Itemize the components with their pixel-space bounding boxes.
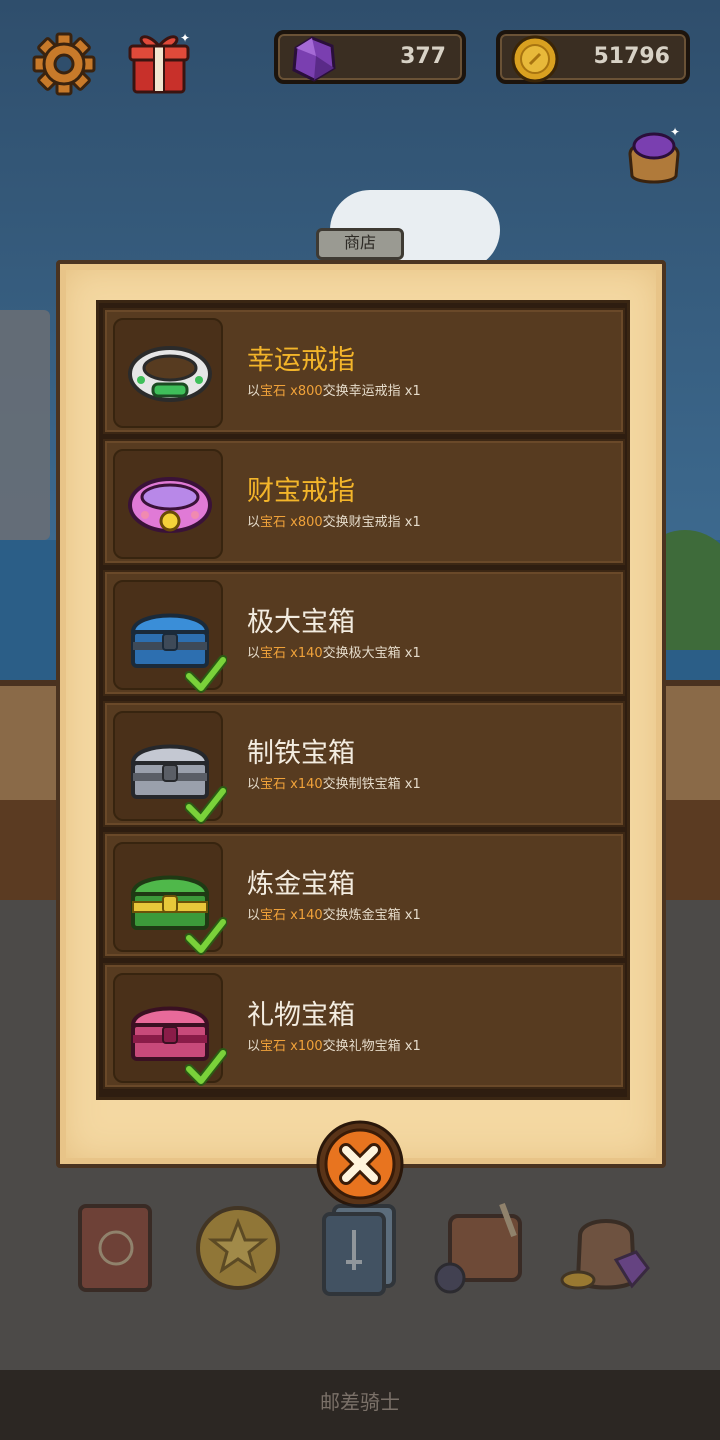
ship [0,310,50,540]
star-coin-icon [196,1206,280,1290]
shop-item-iron-chest[interactable]: 制铁宝箱 以宝石 x140交换制铁宝箱 x1 [103,701,625,827]
item-slot [113,973,227,1086]
shop-tab: 商店 [316,228,404,260]
item-title: 炼金宝箱 [247,869,355,900]
pink-ring-icon [128,477,212,533]
gold-coin-icon [511,35,559,83]
desc-cost: x140 [286,908,323,923]
desc-prefix: 以 [247,646,261,661]
item-slot [113,449,223,559]
nav-treasure-button[interactable] [556,1196,656,1300]
item-slot [113,711,227,824]
desc-suffix: 交换炼金宝箱 x1 [322,908,421,923]
nav-book-button[interactable] [70,1196,170,1300]
desc-cost: x140 [286,777,323,792]
green-ring-icon [128,346,212,402]
item-slot [113,842,227,955]
desc-prefix: 以 [247,777,261,792]
desc-prefix: 以 [247,515,261,530]
svg-text:✦: ✦ [180,31,190,45]
shop-item-lucky-ring[interactable]: 幸运戒指 以宝石 x800交换幸运戒指 x1 [103,308,625,434]
desc-suffix: 交换幸运戒指 x1 [322,384,421,399]
gift-button[interactable]: ✦ [126,28,192,96]
item-title: 制铁宝箱 [247,738,355,769]
item-title: 财宝戒指 [247,476,355,507]
coin-counter[interactable]: 51796 [496,30,690,84]
item-description: 以宝石 x140交换制铁宝箱 x1 [247,773,421,792]
desc-cost: x800 [286,384,323,399]
item-slot [113,580,227,693]
desc-currency: 宝石 [260,384,287,399]
purple-gem-icon [292,36,336,82]
desc-suffix: 交换礼物宝箱 x1 [322,1039,421,1054]
desc-currency: 宝石 [260,777,287,792]
game-title: 邮差骑士 [320,1390,400,1414]
book-icon [78,1204,152,1292]
desc-currency: 宝石 [260,646,287,661]
desc-cost: x140 [286,646,323,661]
nav-cards-button[interactable] [312,1196,412,1300]
gem-bag-icon: ✦ [628,125,680,184]
gem-bag-button[interactable]: ✦ [622,120,686,186]
card-deck-icon [322,1204,396,1296]
desc-prefix: 以 [247,908,261,923]
gem-counter[interactable]: 377 [274,30,466,84]
shop-item-gift-chest[interactable]: 礼物宝箱 以宝石 x100交换礼物宝箱 x1 [103,963,625,1089]
item-description: 以宝石 x140交换极大宝箱 x1 [247,642,421,661]
treasure-bag-icon [560,1219,650,1290]
check-icon [185,917,227,955]
desc-prefix: 以 [247,1039,261,1054]
desc-currency: 宝石 [260,908,287,923]
shop-item-list: 幸运戒指 以宝石 x800交换幸运戒指 x1 财宝戒指 以宝石 x800交换财宝… [96,300,630,1100]
item-title: 礼物宝箱 [247,1000,355,1031]
desc-suffix: 交换极大宝箱 x1 [322,646,421,661]
item-description: 以宝石 x140交换炼金宝箱 x1 [247,904,421,923]
nav-achievements-button[interactable] [190,1196,290,1300]
desc-suffix: 交换制铁宝箱 x1 [322,777,421,792]
item-description: 以宝石 x800交换幸运戒指 x1 [247,380,421,399]
coin-count: 51796 [593,44,670,69]
shop-item-treasure-ring[interactable]: 财宝戒指 以宝石 x800交换财宝戒指 x1 [103,439,625,565]
item-title: 幸运戒指 [247,345,355,376]
item-slot [113,318,223,428]
gear-icon [32,32,96,96]
gem-count: 377 [400,44,446,69]
gift-box-icon: ✦ [128,31,190,94]
item-description: 以宝石 x800交换财宝戒指 x1 [247,511,421,530]
check-icon [185,1048,227,1086]
svg-text:✦: ✦ [670,125,680,139]
shop-panel: 幸运戒指 以宝石 x800交换幸运戒指 x1 财宝戒指 以宝石 x800交换财宝… [56,260,666,1168]
desc-currency: 宝石 [260,515,287,530]
desc-currency: 宝石 [260,1039,287,1054]
desc-cost: x800 [286,515,323,530]
shop-item-alchemy-chest[interactable]: 炼金宝箱 以宝石 x140交换炼金宝箱 x1 [103,832,625,958]
settings-button[interactable] [32,32,96,96]
nav-inventory-button[interactable] [432,1196,532,1300]
desc-prefix: 以 [247,384,261,399]
check-icon [185,786,227,824]
backpack-icon [434,1202,522,1294]
check-icon [185,655,227,693]
item-title: 极大宝箱 [247,607,355,638]
desc-suffix: 交换财宝戒指 x1 [322,515,421,530]
shop-item-huge-chest[interactable]: 极大宝箱 以宝石 x140交换极大宝箱 x1 [103,570,625,696]
desc-cost: x100 [286,1039,323,1054]
item-description: 以宝石 x100交换礼物宝箱 x1 [247,1035,421,1054]
